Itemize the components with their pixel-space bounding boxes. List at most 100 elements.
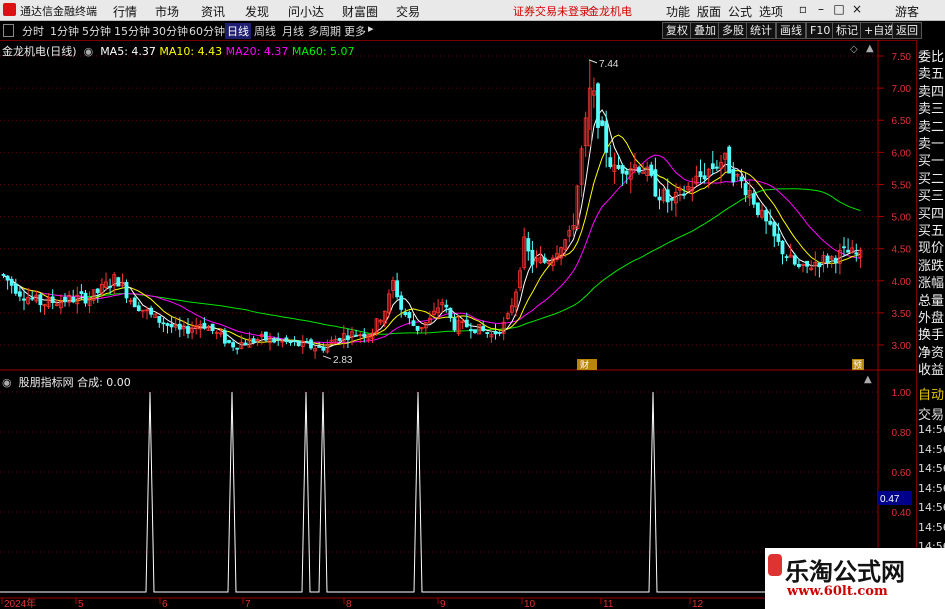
maximize-icon[interactable]: □ <box>832 2 846 16</box>
candle-body <box>9 278 14 286</box>
candle-body <box>30 297 35 300</box>
close-icon[interactable]: × <box>850 2 864 16</box>
menu-jiaoyi[interactable]: 交易 <box>396 3 420 20</box>
candle-body <box>95 288 100 294</box>
tick-time-7: 14:56 <box>918 520 945 534</box>
price-tick-label: 7.50 <box>892 52 912 63</box>
restore-icon[interactable]: ▫ <box>796 2 810 16</box>
indicator-name: 股朋指标网 <box>18 376 74 389</box>
menu-wenxiaoda[interactable]: 问小达 <box>288 3 324 20</box>
menu-gongshi[interactable]: 公式 <box>728 3 752 20</box>
indicator-settings-icon[interactable]: ◉ <box>2 376 15 389</box>
report-badge-1-label: 财 <box>580 359 589 371</box>
high-price-label: 7.44 <box>599 59 619 70</box>
huaxian-button[interactable]: 画线 <box>776 22 806 39</box>
candle-body <box>83 292 88 304</box>
candle-body <box>530 249 535 265</box>
diejia-button[interactable]: 叠加 <box>690 22 720 39</box>
candle-body <box>272 338 277 343</box>
candle-body <box>222 330 227 344</box>
candle-body <box>624 170 629 175</box>
back-button[interactable]: 返回 <box>892 22 922 39</box>
ma60-value: MA60: 5.07 <box>291 45 355 58</box>
fuquan-button[interactable]: 复权 <box>662 22 692 39</box>
candle-body <box>542 257 547 263</box>
guest-label[interactable]: 游客 <box>895 3 919 20</box>
candle-body <box>399 295 404 310</box>
period-60min[interactable]: 60分钟 <box>189 23 225 39</box>
low-marker-line <box>322 355 332 360</box>
tick-time-6: 14:56 <box>918 501 945 514</box>
period-15min[interactable]: 15分钟 <box>114 23 150 39</box>
minimize-icon[interactable]: – <box>814 2 828 16</box>
side-label-2: 卖四 <box>918 84 945 100</box>
candle-body <box>132 297 137 308</box>
diamond-icon[interactable]: ◇ <box>850 44 858 55</box>
menu-hangqing[interactable]: 行情 <box>113 3 137 20</box>
menu-shichang[interactable]: 市场 <box>155 3 179 20</box>
more-dropdown-icon[interactable]: ▸ <box>368 22 374 35</box>
period-30min[interactable]: 30分钟 <box>152 23 188 39</box>
login-notice[interactable]: 证券交易未登录 <box>513 3 590 19</box>
date-tick-label: 12 <box>692 599 704 609</box>
menu-faxian[interactable]: 发现 <box>245 3 269 20</box>
period-1min[interactable]: 1分钟 <box>50 23 79 39</box>
menu-xuanxiang[interactable]: 选项 <box>759 3 783 20</box>
ma5-line <box>3 109 861 349</box>
duogu-button[interactable]: 多股 <box>718 22 748 39</box>
app-name: 通达信金融终端 <box>20 5 97 18</box>
price-tick-label: 5.00 <box>892 213 912 224</box>
ma10-value: MA10: 4.43 <box>159 45 223 58</box>
candle-body <box>485 332 490 335</box>
candle-body <box>71 296 76 303</box>
candle-body <box>604 121 609 153</box>
indicator-tick-label: 0.60 <box>892 468 912 479</box>
period-monthly[interactable]: 月线 <box>282 23 304 39</box>
candle-body <box>22 298 26 301</box>
candle-body <box>608 157 613 168</box>
candle-body <box>497 332 502 334</box>
candle-body <box>210 323 215 332</box>
candle-body <box>79 291 84 295</box>
tick-time-3: 14:56 <box>918 442 945 456</box>
candle-body <box>157 315 162 323</box>
date-tick-label: 8 <box>346 599 352 609</box>
menu-zixun[interactable]: 资讯 <box>201 3 225 20</box>
menu-banmian[interactable]: 版面 <box>697 3 721 20</box>
kline-chart[interactable]: 7.50 7.00 6.50 6.00 5.50 5.00 4.50 4.00 3.50 3.00… <box>0 40 915 609</box>
trade-label[interactable]: 交易 <box>918 404 944 423</box>
period-multi[interactable]: 多周期 <box>308 23 341 39</box>
candle-body <box>797 263 801 267</box>
side-label-3: 卖三 <box>918 102 945 118</box>
candle-body <box>657 196 662 201</box>
indicator-tick-label: 0.80 <box>892 428 912 439</box>
biaoji-button[interactable]: 标记 <box>832 22 862 39</box>
candle-body <box>682 193 686 196</box>
candle-body <box>739 176 744 182</box>
side-label-0: 委比 <box>918 50 945 65</box>
candle-body <box>637 167 641 173</box>
side-label-1: 卖五 <box>918 67 945 83</box>
period-fenshi[interactable]: 分时 <box>22 23 44 39</box>
candle-body <box>284 337 289 342</box>
menu-caifuquan[interactable]: 财富圈 <box>342 3 378 20</box>
candle-body <box>304 341 309 343</box>
period-daily[interactable]: 日线 <box>225 23 251 39</box>
candle-body <box>17 291 22 297</box>
period-weekly[interactable]: 周线 <box>254 23 276 39</box>
candle-body <box>616 164 621 169</box>
tongji-button[interactable]: 统计 <box>746 22 776 39</box>
indicator-scroll-icon[interactable]: ▲ <box>864 374 872 385</box>
scroll-up-icon[interactable]: ▲ <box>866 43 874 54</box>
side-label-10: 买五 <box>918 224 945 239</box>
auto-trade-label[interactable]: 自动 <box>918 384 944 403</box>
period-5min[interactable]: 5分钟 <box>82 23 111 39</box>
f10-button[interactable]: F10 <box>806 22 835 39</box>
settings-circle-icon[interactable]: ◉ <box>80 45 97 58</box>
tick-time-4: 14:56 <box>918 462 945 475</box>
menu-gongneng[interactable]: 功能 <box>666 3 690 20</box>
panel-toggle-icon[interactable] <box>3 24 14 37</box>
candle-body <box>317 346 322 348</box>
period-more[interactable]: 更多 <box>344 23 366 39</box>
candle-body <box>727 146 732 174</box>
